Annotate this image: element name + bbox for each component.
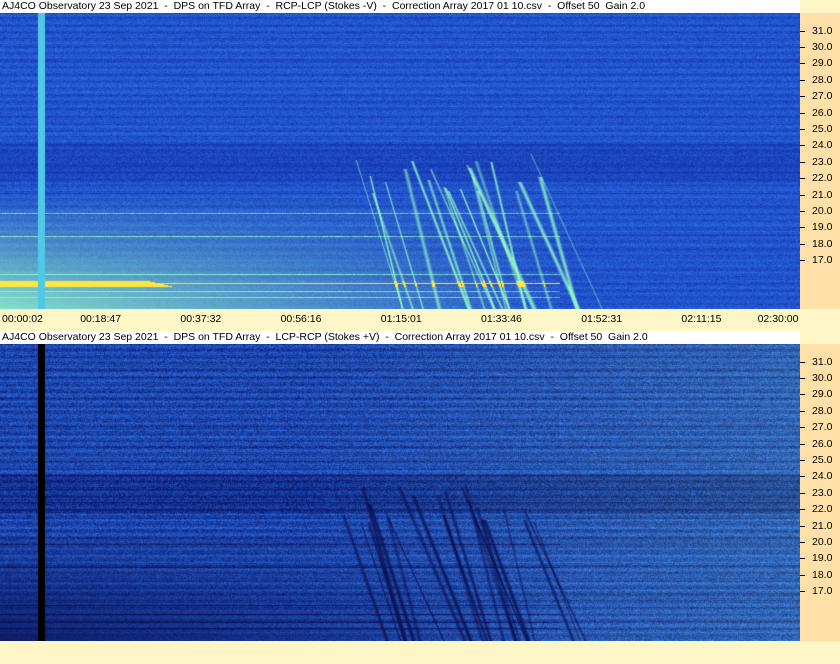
freq-tick	[800, 112, 805, 114]
freq-tick	[800, 377, 805, 379]
freq-label: 24.0	[812, 470, 833, 483]
time-label: 00:18:47	[80, 313, 122, 325]
freq-tick	[800, 427, 805, 429]
freq-tick	[800, 96, 805, 98]
freq-label: 30.0	[812, 40, 833, 53]
time-label: 01:33:46	[481, 313, 522, 325]
time-label: 00:00:02	[2, 313, 43, 325]
freq-label: 17.0	[812, 585, 833, 598]
freq-label: 29.0	[812, 388, 833, 401]
freq-tick	[800, 574, 805, 576]
freq-tick	[800, 178, 805, 180]
freq-tick	[800, 558, 805, 560]
freq-tick	[800, 79, 805, 81]
spectrogram-bottom	[0, 344, 800, 641]
freq-tick	[800, 591, 805, 593]
spectrogram-canvas-bottom	[0, 344, 800, 641]
freq-tick	[800, 194, 805, 196]
freq-tick	[800, 260, 805, 262]
freq-tick	[800, 525, 805, 527]
freq-label: 21.0	[812, 188, 833, 201]
freq-label: 28.0	[812, 73, 833, 86]
freq-tick	[800, 361, 805, 363]
freq-label: 23.0	[812, 155, 833, 168]
freq-tick	[800, 227, 805, 229]
freq-label: 29.0	[812, 57, 833, 70]
time-label: 01:52:31	[581, 313, 623, 325]
freq-tick	[800, 492, 805, 494]
freq-label: 18.0	[812, 568, 833, 581]
freq-tick	[800, 459, 805, 461]
freq-tick	[800, 476, 805, 478]
freq-tick	[800, 63, 805, 65]
freq-label: 28.0	[812, 404, 833, 417]
spectrogram-top	[0, 13, 800, 309]
freq-label: 22.0	[812, 172, 833, 185]
time-label: 00:37:32	[180, 313, 222, 325]
freq-label: 26.0	[812, 437, 833, 450]
time-label: 02:30:00	[757, 313, 799, 325]
freq-label: 19.0	[812, 221, 833, 234]
freq-tick	[800, 410, 805, 412]
freq-label: 27.0	[812, 90, 833, 103]
time-label: 02:11:15	[681, 313, 722, 325]
freq-tick	[800, 541, 805, 543]
freq-label: 31.0	[812, 24, 833, 37]
freq-label: 18.0	[812, 237, 833, 250]
freq-label: 20.0	[812, 535, 833, 548]
freq-label: 20.0	[812, 204, 833, 217]
frequency-axis-top: 31.0 30.0 29.0 28.0 27.0 26.0 25.0 24.0 23.0 22.0…	[800, 13, 840, 309]
freq-tick	[800, 145, 805, 147]
freq-label: 22.0	[812, 503, 833, 516]
panel-title-bottom: AJ4CO Observatory 23 Sep 2021 - DPS on T…	[0, 331, 800, 344]
freq-label: 31.0	[812, 355, 833, 368]
time-axis: 00:00:02 00:18:47 00:37:32 00:56:16 01:15:01…	[0, 309, 840, 329]
frequency-axis-bottom: 31.0 30.0 29.0 28.0 27.0 26.0 25.0 24.0 23.0 22.0…	[800, 344, 840, 641]
panel-title-top: AJ4CO Observatory 23 Sep 2021 - DPS on T…	[0, 0, 800, 13]
freq-tick	[800, 243, 805, 245]
freq-label: 25.0	[812, 453, 833, 466]
freq-label: 24.0	[812, 139, 833, 152]
freq-tick	[800, 394, 805, 396]
bottom-strip	[0, 641, 840, 664]
freq-label: 23.0	[812, 486, 833, 499]
freq-label: 17.0	[812, 254, 833, 267]
freq-tick	[800, 443, 805, 445]
freq-tick	[800, 509, 805, 511]
freq-tick	[800, 30, 805, 32]
freq-label: 26.0	[812, 106, 833, 119]
time-label: 00:56:16	[280, 313, 322, 325]
freq-tick	[800, 128, 805, 130]
spectrogram-canvas-top	[0, 13, 800, 309]
freq-label: 30.0	[812, 371, 833, 384]
freq-label: 21.0	[812, 519, 833, 532]
freq-label: 19.0	[812, 552, 833, 565]
time-label: 01:15:01	[380, 313, 422, 325]
freq-tick	[800, 210, 805, 212]
freq-tick	[800, 161, 805, 163]
freq-tick	[800, 46, 805, 48]
freq-label: 25.0	[812, 122, 833, 135]
freq-label: 27.0	[812, 421, 833, 434]
